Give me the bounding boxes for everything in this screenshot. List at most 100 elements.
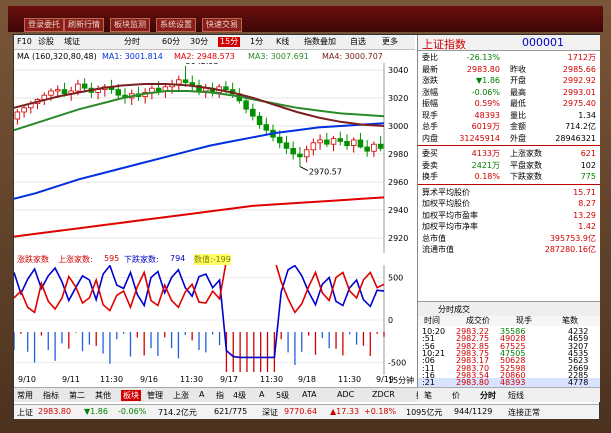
quote-value: 28946321 xyxy=(555,133,596,143)
status-index-label: 上证 xyxy=(17,408,33,417)
quote-row: 涨幅 -0.06% 最高 2993.01 xyxy=(418,87,600,98)
breadth-chart[interactable]: 10005000-500-1000 xyxy=(14,265,415,375)
time-tick-label: 9/16 xyxy=(140,375,158,384)
quote-separator xyxy=(418,183,600,185)
candle-body xyxy=(243,100,249,110)
indicator-tab[interactable]: ADC xyxy=(337,390,354,399)
candle-body xyxy=(182,79,189,83)
quote-label: 加权平均市净率 xyxy=(422,222,478,231)
kline-button[interactable]: K线 xyxy=(276,37,289,47)
candle-body xyxy=(155,87,162,92)
col-time: 时间 xyxy=(424,316,440,325)
indicator-tab[interactable]: 上涨 xyxy=(173,390,189,401)
f10-button[interactable]: F10 xyxy=(17,37,32,47)
quote-value: 1.34 xyxy=(578,110,596,120)
price-tick-label: 2960 xyxy=(388,178,408,187)
side-tabs: 笔 价 分时 短线 xyxy=(418,387,600,402)
candle-body xyxy=(263,124,270,131)
timeshare-button[interactable]: 分时 xyxy=(124,37,140,47)
quote-value: 714.2亿 xyxy=(565,122,596,131)
quote-value: 4133万 xyxy=(471,149,500,158)
quote-row: 最新 2983.80 昨收 2985.66 xyxy=(418,64,600,75)
candle-body xyxy=(310,142,317,151)
ma-legend: MA (160,320,80,48) MA1: 3001.814 MA2: 29… xyxy=(14,51,415,63)
quote-value: 1.42 xyxy=(578,222,596,231)
indicator-tick-label: -500 xyxy=(388,359,406,368)
quote-panel: 上证指数 000001 委比 -26.13% 1712万 最新 2983.80 昨收 298… xyxy=(417,35,600,402)
candle-body xyxy=(283,142,290,149)
quote-label: 振幅 xyxy=(422,99,438,108)
side-tab[interactable]: 分时 xyxy=(480,390,496,401)
status-sz-value: 9770.64 xyxy=(284,407,318,416)
indicator-tab[interactable]: A xyxy=(259,390,264,399)
candle-body xyxy=(61,89,68,95)
side-tab[interactable]: 笔 xyxy=(424,390,432,401)
ma-label: MA xyxy=(17,52,30,61)
quote-value: 395753.9亿 xyxy=(549,233,596,243)
status-change: ▼1.86 xyxy=(84,407,108,416)
quote-label: 换手 xyxy=(422,172,438,181)
quote-label: 下跌家数 xyxy=(510,172,542,181)
quote-value: 8.27 xyxy=(578,199,596,208)
index-code: 000001 xyxy=(522,36,564,49)
price-chart[interactable]: 3040 3020 3000 2980 2960 2940 2920 3042.93 2970.… xyxy=(14,63,415,253)
indicator-title: 涨跌家数 xyxy=(17,255,49,264)
indicator-tab[interactable]: 第二 xyxy=(69,390,85,401)
period-60-button[interactable]: 60分 xyxy=(162,37,180,47)
side-tab[interactable]: 价 xyxy=(452,390,460,401)
indicator-tab[interactable]: 常用 xyxy=(17,390,33,401)
indicator-tab[interactable]: 其他 xyxy=(95,390,111,401)
time-tick-label: 9/10 xyxy=(18,375,36,384)
indicator-extra: 数值:-199 xyxy=(194,254,231,265)
indicator-tab[interactable]: A xyxy=(199,390,204,399)
toolbar-item-1[interactable]: 域证 xyxy=(64,37,80,47)
down-count-label: 下跌家数: xyxy=(124,255,159,264)
indicator-tab[interactable]: 管理 xyxy=(147,390,163,401)
ma4-value: MA4: 3000.707 xyxy=(322,52,383,61)
candle-body xyxy=(330,138,337,145)
indicator-tab[interactable]: 指标 xyxy=(43,390,59,401)
more-button[interactable]: 更多 xyxy=(382,37,398,47)
indicator-tab[interactable]: ZDCR xyxy=(372,390,395,399)
indicator-tab[interactable]: 4级 xyxy=(233,390,246,401)
system-settings-button[interactable]: 系统设置 xyxy=(156,18,196,32)
quote-label: 流通市值 xyxy=(422,245,454,254)
down-count-value: 794 xyxy=(170,254,186,263)
quote-row: 算术平均股价 15.71 xyxy=(418,187,600,198)
price-tick-label: 2940 xyxy=(388,206,408,215)
ma1-value: MA1: 3001.814 xyxy=(102,52,163,61)
col-count: 笔数 xyxy=(562,316,578,325)
watchlist-button[interactable]: 自选 xyxy=(350,37,366,47)
ma2-value: MA2: 2948.573 xyxy=(174,52,235,61)
period-1-button[interactable]: 1分 xyxy=(250,37,263,47)
period-label: 15分钟 xyxy=(388,376,415,385)
quote-value: 621 xyxy=(580,149,596,158)
refresh-quotes-button[interactable]: 刷新行情 xyxy=(64,18,104,32)
time-tick-label: 9/18 xyxy=(298,375,316,384)
indicator-tab[interactable]: ATA xyxy=(302,390,317,399)
login-trade-button[interactable]: 登录委托 xyxy=(24,18,64,32)
indicator-tab[interactable]: 板块 xyxy=(121,390,141,401)
quote-row: 委比 -26.13% 1712万 xyxy=(418,52,600,63)
quote-label: 开盘 xyxy=(510,76,526,85)
price-tick-label: 2980 xyxy=(388,150,408,159)
toolbar-item-0[interactable]: 诊股 xyxy=(38,37,54,47)
candle-body xyxy=(303,149,310,158)
quote-label: 平盘家数 xyxy=(510,160,542,170)
deals-column-row: 时间 成交价 现手 笔数 xyxy=(418,316,600,326)
index-overlay-button[interactable]: 指数叠加 xyxy=(304,37,336,47)
ma-params: (160,320,80,48) xyxy=(32,52,97,61)
indicator-tab[interactable]: 指 xyxy=(216,390,224,401)
sector-monitor-button[interactable]: 板块监测 xyxy=(110,18,150,32)
quote-label: 委比 xyxy=(422,53,438,62)
quick-trade-button[interactable]: 快速交易 xyxy=(202,18,242,32)
indicator-tab[interactable]: 5级 xyxy=(276,390,289,401)
period-30-button[interactable]: 30分 xyxy=(190,37,208,47)
quote-label: 量比 xyxy=(510,110,526,120)
quote-value: 2421万 xyxy=(471,160,500,170)
side-tab[interactable]: 短线 xyxy=(508,390,524,401)
status-pct: -0.06% xyxy=(118,407,147,416)
price-tick-label: 2920 xyxy=(388,234,408,243)
period-15-button[interactable]: 15分 xyxy=(218,37,241,47)
quote-label: 最新 xyxy=(422,64,438,74)
